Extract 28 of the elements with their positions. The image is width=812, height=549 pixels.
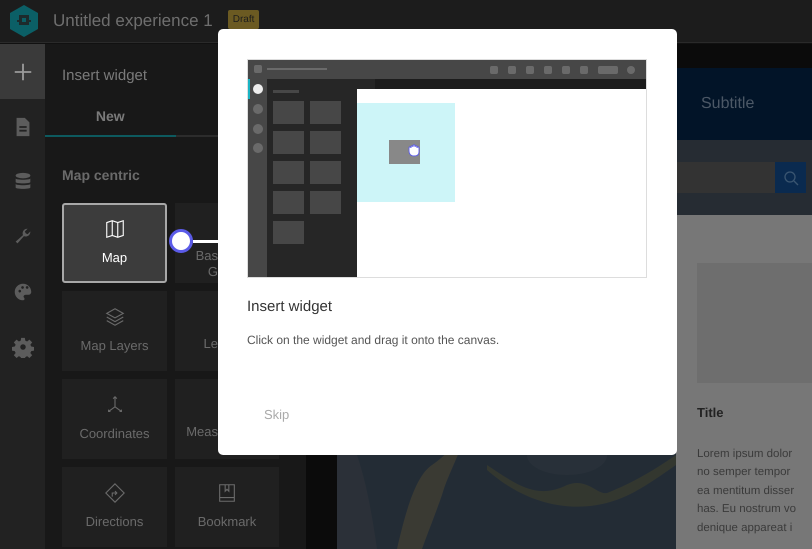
card-title: Title — [697, 404, 724, 422]
widget-tile[interactable]: Bookmark — [175, 467, 279, 547]
gear-icon[interactable] — [12, 336, 34, 358]
widget-label-fragment: Le — [204, 336, 218, 352]
widget-tile[interactable]: Map Layers — [62, 291, 167, 371]
widget-tile[interactable]: Map — [62, 203, 167, 283]
panel-tab[interactable]: New — [45, 98, 176, 137]
app-title: Untitled experience 1 — [53, 10, 213, 32]
layers-icon — [104, 306, 126, 328]
search-button[interactable] — [775, 162, 806, 193]
status-badge: Draft — [228, 10, 260, 28]
bookmark-icon — [216, 482, 238, 504]
search-icon — [782, 170, 798, 186]
skip-button[interactable]: Skip — [252, 400, 302, 428]
widget-label-fragment: Bas — [196, 248, 218, 264]
panel-title: Insert widget — [61, 66, 148, 86]
app-logo-icon — [10, 5, 38, 37]
widget-label-fragment: Meas — [186, 424, 218, 440]
card-text: Lorem ipsum dolor no semper tempor ea mentitum disser has. Eu nostrum vo denique appareat i — [697, 446, 798, 536]
dialog-text: Click on the widget and drag it onto the canvas. — [247, 332, 500, 348]
widget-tile[interactable]: Coordinates — [62, 379, 167, 459]
section-heading: Map centric — [61, 166, 141, 185]
dialog-title: Insert widget — [247, 297, 334, 317]
page-subtitle: Subtitle — [701, 94, 754, 114]
directions-icon — [104, 482, 126, 504]
widget-tile[interactable]: Directions — [62, 467, 167, 547]
map-icon — [104, 218, 126, 240]
widget-label-fragment: G — [208, 264, 218, 280]
